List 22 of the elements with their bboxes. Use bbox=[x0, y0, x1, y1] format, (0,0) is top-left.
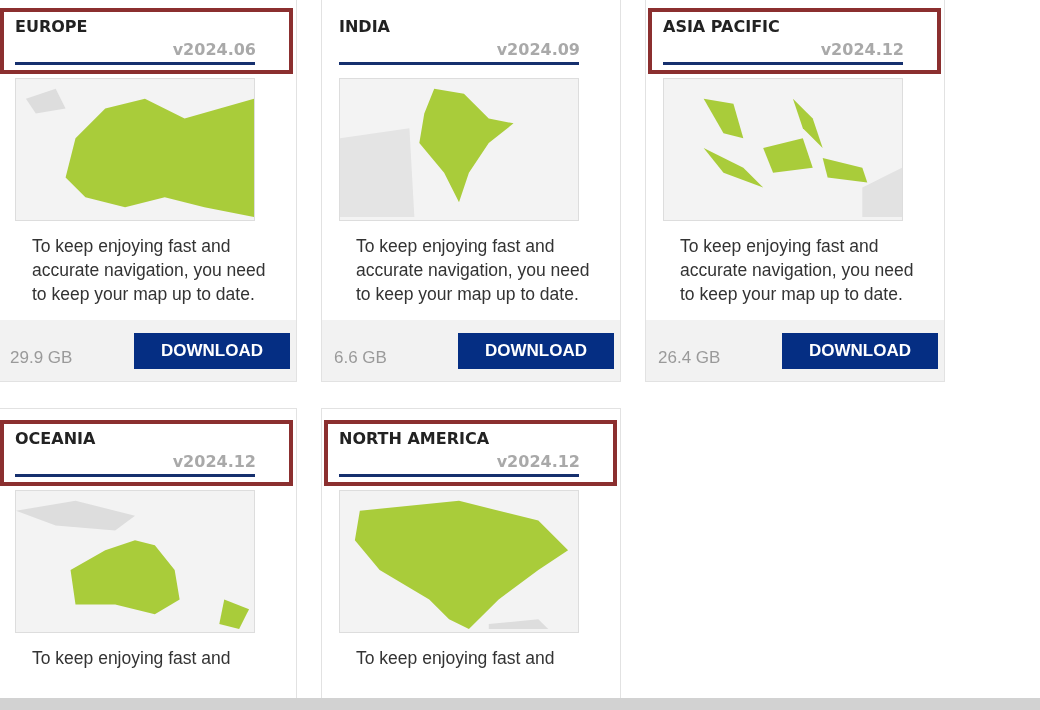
version-label: v2024.06 bbox=[172, 39, 256, 61]
description: To keep enjoying fast and accurate navigation, you need to keep your map up to date. bbox=[680, 235, 915, 306]
file-size: 29.9 GB bbox=[10, 347, 73, 368]
horizontal-scrollbar[interactable] bbox=[0, 698, 1040, 710]
file-size: 26.4 GB bbox=[658, 347, 721, 368]
download-button[interactable]: DOWNLOAD bbox=[782, 332, 938, 369]
description: To keep enjoying fast and accurate navigation, you need to keep your map up to date. bbox=[356, 235, 591, 306]
description: To keep enjoying fast and bbox=[32, 647, 232, 670]
description: To keep enjoying fast and bbox=[356, 647, 556, 670]
region-title: OCEANIA bbox=[15, 429, 97, 449]
version-label: v2024.09 bbox=[496, 39, 580, 61]
file-size: 6.6 GB bbox=[334, 347, 387, 368]
region-title: ASIA PACIFIC bbox=[663, 17, 781, 37]
region-title: NORTH AMERICA bbox=[339, 429, 491, 449]
download-button[interactable]: DOWNLOAD bbox=[134, 332, 290, 369]
description: To keep enjoying fast and accurate navigation, you need to keep your map up to date. bbox=[32, 235, 267, 306]
version-label: v2024.12 bbox=[820, 39, 904, 61]
version-label: v2024.12 bbox=[172, 451, 256, 473]
version-label: v2024.12 bbox=[496, 451, 580, 473]
download-button[interactable]: DOWNLOAD bbox=[458, 332, 614, 369]
region-title: EUROPE bbox=[15, 17, 89, 37]
region-title: INDIA bbox=[339, 17, 391, 37]
